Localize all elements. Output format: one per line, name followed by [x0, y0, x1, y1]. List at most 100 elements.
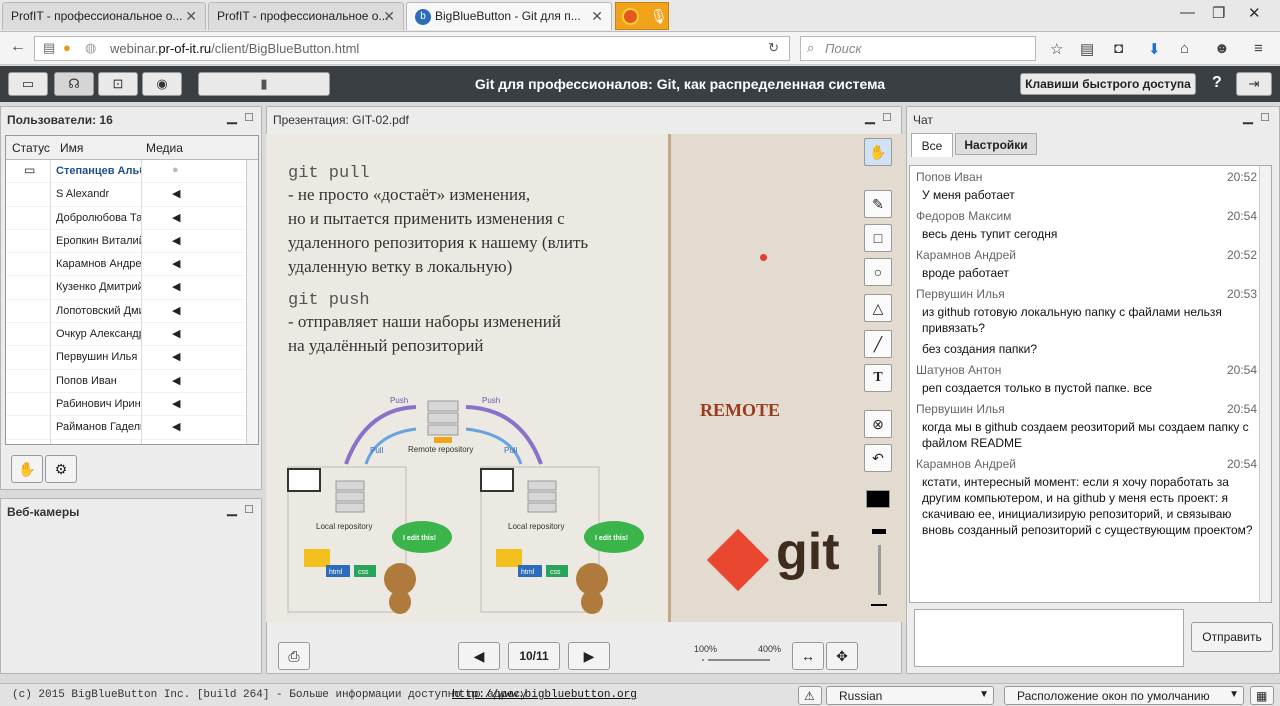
user-row[interactable]: Рабинович Ирина ◀	[6, 393, 258, 417]
slide-cmd-push: git push	[288, 291, 370, 310]
window-close-icon[interactable]: ✕	[1248, 4, 1261, 22]
triangle-tool[interactable]: △	[864, 294, 892, 322]
home-icon[interactable]: ⌂	[1180, 40, 1189, 57]
back-arrow-icon[interactable]: ←	[10, 38, 26, 56]
minimize-icon[interactable]: ▁	[865, 109, 875, 125]
minimize-icon[interactable]: —	[1180, 4, 1195, 21]
presenter-icon: ▭	[24, 163, 36, 177]
help-button[interactable]: ?	[1212, 74, 1222, 92]
hand-tool[interactable]: ✋	[864, 138, 892, 166]
minimize-icon[interactable]: ▁	[1243, 109, 1253, 125]
chat-scrollbar[interactable]	[1259, 166, 1271, 602]
fit-width-button[interactable]: ↔	[792, 642, 824, 670]
maximize-icon[interactable]: □	[245, 109, 253, 124]
close-icon[interactable]: ✕	[591, 8, 603, 25]
speaker-icon: ◀	[172, 421, 181, 434]
browser-tab-1[interactable]: ProfIT - профессиональное о... ✕	[2, 2, 206, 30]
record-button[interactable]: ◉	[142, 72, 182, 96]
settings-gear-button[interactable]: ⚙	[45, 455, 77, 483]
chat-sender: Карамнов Андрей	[916, 457, 1016, 471]
reading-list-icon[interactable]: ▤	[1080, 40, 1094, 58]
column-media[interactable]: Медиа	[146, 141, 183, 155]
language-select[interactable]: Russian ▼	[826, 686, 994, 705]
user-row[interactable]: Лопотовский Дмитр ◀	[6, 300, 258, 324]
line-width-slider[interactable]	[878, 545, 881, 595]
bookmark-star-icon[interactable]: ☆	[1050, 40, 1063, 58]
restore-icon[interactable]: ❐	[1212, 4, 1225, 22]
page-indicator[interactable]: 10/11	[508, 642, 560, 670]
close-icon[interactable]: ✕	[185, 8, 197, 25]
browser-tab-2[interactable]: ProfIT - профессиональное о... ✕	[208, 2, 404, 30]
users-table: Статус Имя Медиа ▭ Степанцев Альбер ● S Al…	[5, 135, 259, 445]
layout-select[interactable]: Расположение окон по умолчанию ▼	[1004, 686, 1244, 705]
minimize-icon[interactable]: ▁	[227, 501, 237, 517]
warning-icon[interactable]: ⚠	[798, 686, 822, 705]
clear-tool[interactable]: ⊗	[864, 410, 892, 438]
undo-tool[interactable]: ↶	[864, 444, 892, 472]
color-picker[interactable]	[866, 490, 890, 508]
line-tool[interactable]: ╱	[864, 330, 892, 358]
user-row[interactable]: Добролюбова Татья ◀	[6, 207, 258, 230]
url-field[interactable]: ▤ ● ◍ webinar.pr-of-it.ru/client/BigBlue…	[34, 36, 790, 61]
chat-input[interactable]	[914, 609, 1184, 667]
logout-button[interactable]: ⇥	[1236, 72, 1272, 96]
user-row[interactable]: Еропкин Виталий ◀	[6, 230, 258, 254]
tab-all[interactable]: Все	[911, 133, 953, 157]
browser-tab-3[interactable]: b BigBlueButton - Git для п... ✕	[406, 2, 612, 30]
prev-slide-button[interactable]: ◀	[458, 642, 500, 670]
user-row[interactable]: Первушин Илья ◀	[6, 346, 258, 370]
tab-settings[interactable]: Настройки	[955, 133, 1037, 155]
firefox-tab[interactable]: 🎙	[615, 2, 669, 30]
next-slide-button[interactable]: ▶	[568, 642, 610, 670]
bbb-link[interactable]: http://www.bigbluebutton.org	[452, 689, 637, 701]
user-row[interactable]: S Alexandr ◀	[6, 183, 258, 207]
column-status[interactable]: Статус	[12, 141, 50, 155]
share-desktop-button[interactable]: ▭	[8, 72, 48, 96]
apply-layout-button[interactable]: ▦	[1250, 686, 1274, 705]
user-name: Очкур Александр	[56, 328, 142, 341]
user-name: Степанцев Альбер	[56, 165, 142, 177]
column-name[interactable]: Имя	[60, 141, 83, 155]
app-toolbar: ▭ ☊ ⊡ ◉ ▮ Git для профессионалов: Git, к…	[0, 66, 1280, 102]
download-icon[interactable]: ⬇	[1148, 40, 1161, 58]
user-row[interactable]: ▭ Степанцев Альбер ●	[6, 160, 258, 184]
users-scrollbar[interactable]	[246, 160, 258, 444]
chat-text: У меня работает	[922, 188, 1015, 202]
user-row[interactable]: Карамнов Андрей ◀	[6, 253, 258, 277]
text-tool[interactable]: T	[864, 364, 892, 392]
maximize-icon[interactable]: □	[883, 109, 891, 124]
user-row[interactable]: Кузенко Дмитрий ◀	[6, 276, 258, 300]
pencil-tool[interactable]: ✎	[864, 190, 892, 218]
ellipse-tool[interactable]: ○	[864, 258, 892, 286]
chat-sender: Первушин Илья	[916, 287, 1005, 301]
pocket-icon[interactable]: ◘	[1114, 40, 1123, 57]
send-button[interactable]: Отправить	[1191, 622, 1273, 652]
maximize-icon[interactable]: □	[245, 501, 253, 516]
user-row[interactable]: Райманов Гадель ◀	[6, 416, 258, 440]
laptop-icon	[480, 468, 514, 492]
maximize-icon[interactable]: □	[1261, 109, 1269, 124]
webcam-button[interactable]: ⊡	[98, 72, 138, 96]
chat-text: реп создается только в пустой папке. все	[922, 381, 1153, 395]
chat-time: 20:54	[1226, 402, 1257, 416]
user-row[interactable]: Попов Иван ◀	[6, 370, 258, 393]
local-repo-label: Local repository	[508, 522, 564, 531]
raise-hand-button[interactable]: ✋	[11, 455, 43, 483]
close-icon[interactable]: ✕	[383, 8, 395, 25]
zoom-slider-thumb[interactable]	[701, 656, 711, 666]
upload-presentation-button[interactable]: ⎙	[278, 642, 310, 670]
user-row[interactable]: Очкур Александр ◀	[6, 323, 258, 347]
user-name: Кузенко Дмитрий	[56, 281, 142, 294]
menu-icon[interactable]: ≡	[1254, 40, 1263, 57]
reload-icon[interactable]: ↻	[768, 40, 779, 56]
minimize-icon[interactable]: ▁	[227, 109, 237, 125]
chat-sender: Шатунов Антон	[916, 363, 1002, 377]
hello-icon[interactable]: ☻	[1214, 40, 1230, 57]
rectangle-tool[interactable]: □	[864, 224, 892, 252]
zoom-slider[interactable]	[702, 659, 770, 661]
shortcuts-button[interactable]: Клавиши быстрого доступа	[1020, 73, 1196, 95]
microphone-icon: 🎙	[650, 8, 668, 24]
headset-button[interactable]: ☊	[54, 72, 94, 96]
search-input[interactable]: ⌕ Поиск	[800, 36, 1036, 61]
fit-page-button[interactable]: ✥	[826, 642, 858, 670]
